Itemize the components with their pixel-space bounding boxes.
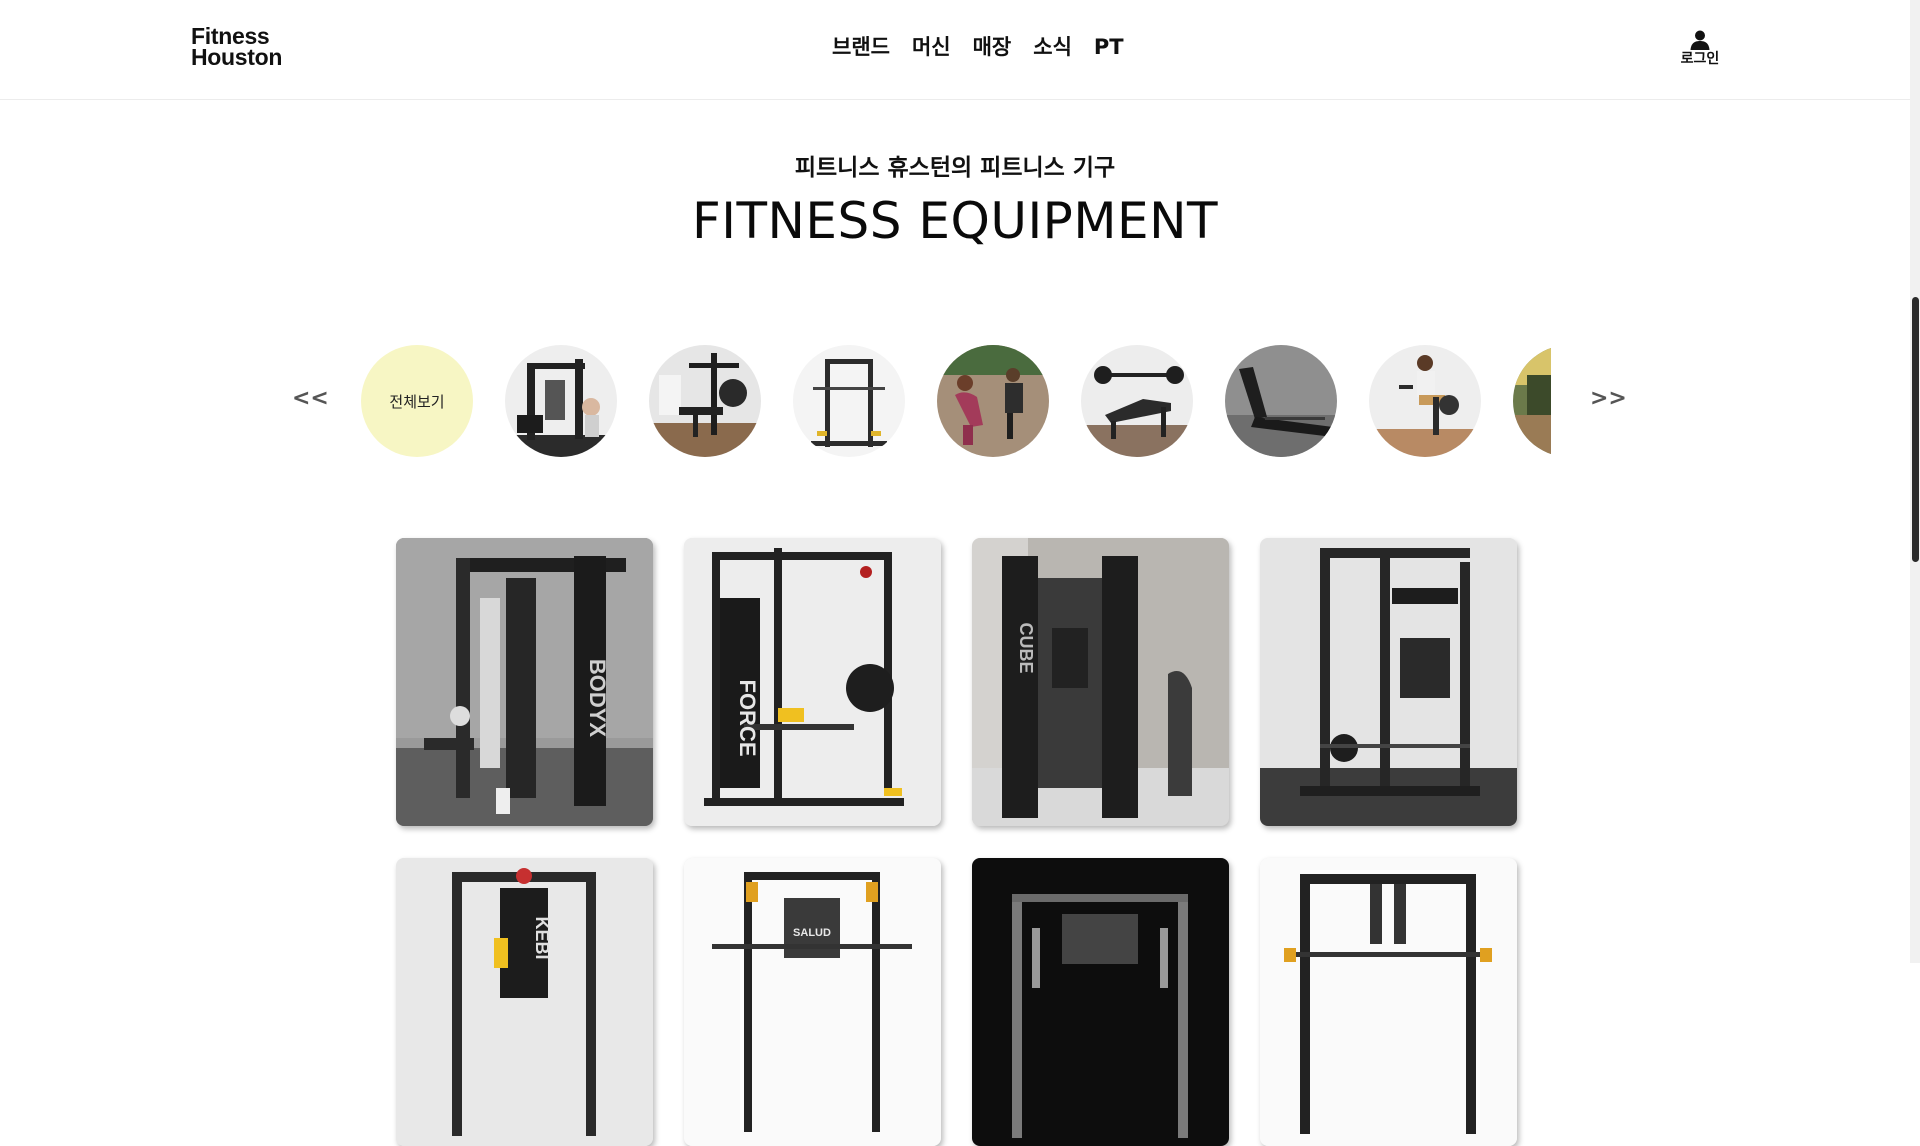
product-card[interactable]: [1260, 538, 1517, 826]
product-image: FORCE: [684, 538, 941, 826]
category-bench[interactable]: [1081, 345, 1193, 457]
product-image: [1260, 538, 1517, 826]
category-power-rack[interactable]: [793, 345, 905, 457]
page-scrollbar[interactable]: [1910, 0, 1920, 963]
category-bike[interactable]: [1369, 345, 1481, 457]
bike-thumb: [1369, 345, 1481, 457]
treadmill-thumb: [1225, 345, 1337, 457]
product-brand-mark: BODYX: [585, 659, 610, 738]
bench-thumb: [1081, 345, 1193, 457]
login-button[interactable]: 로그인: [1672, 30, 1728, 67]
user-icon: [1690, 30, 1710, 50]
category-functional[interactable]: [937, 345, 1049, 457]
carousel-next-button[interactable]: >>: [1590, 386, 1627, 411]
product-brand-mark: CUBE: [1016, 622, 1036, 673]
functional-thumb: [937, 345, 1049, 457]
main-nav: 브랜드 머신 매장 소식 PT: [832, 34, 1124, 60]
product-card[interactable]: CUBE: [972, 538, 1229, 826]
category-all[interactable]: 전체보기: [361, 345, 473, 457]
product-image: [1260, 858, 1517, 1146]
login-label: 로그인: [1680, 51, 1720, 67]
category-home-gym[interactable]: [649, 345, 761, 457]
product-image: SALUD: [684, 858, 941, 1146]
category-carousel: 전체보기: [360, 345, 1551, 459]
product-card[interactable]: BODYX: [396, 538, 653, 826]
product-brand-mark: FORCE: [735, 680, 760, 757]
product-card[interactable]: [1260, 858, 1517, 1146]
site-header: Fitness Houston 브랜드 머신 매장 소식 PT 로그인: [0, 0, 1920, 100]
nav-item-news[interactable]: 소식: [1033, 34, 1072, 60]
home-gym-thumb: [649, 345, 761, 457]
product-card[interactable]: [972, 858, 1229, 1146]
product-brand-mark: KEBI: [532, 916, 552, 959]
nav-item-pt[interactable]: PT: [1094, 34, 1124, 60]
power-rack-thumb: [793, 345, 905, 457]
multi-gym-thumb: [505, 345, 617, 457]
logo-line-2: Houston: [191, 44, 283, 70]
product-image: KEBI: [396, 858, 653, 1146]
product-card[interactable]: FORCE: [684, 538, 941, 826]
product-image: CUBE: [972, 538, 1229, 826]
nav-item-machine[interactable]: 머신: [912, 34, 951, 60]
outdoor-thumb: [1513, 345, 1551, 457]
product-image: BODYX: [396, 538, 653, 826]
product-card[interactable]: KEBI: [396, 858, 653, 1146]
category-treadmill[interactable]: [1225, 345, 1337, 457]
site-logo[interactable]: Fitness Houston: [191, 25, 283, 70]
section-subtitle: 피트니스 휴스턴의 피트니스 기구: [794, 155, 1116, 181]
carousel-prev-button[interactable]: <<: [292, 386, 329, 411]
product-brand-mark: SALUD: [793, 927, 831, 939]
nav-item-brand[interactable]: 브랜드: [832, 34, 890, 60]
product-card[interactable]: SALUD: [684, 858, 941, 1146]
product-image: [972, 858, 1229, 1146]
category-multi-gym[interactable]: [505, 345, 617, 457]
category-all-label: 전체보기: [389, 392, 445, 411]
nav-item-store[interactable]: 매장: [973, 34, 1012, 60]
category-outdoor[interactable]: [1513, 345, 1551, 457]
scrollbar-thumb[interactable]: [1912, 297, 1919, 562]
section-title: FITNESS EQUIPMENT: [691, 192, 1219, 250]
